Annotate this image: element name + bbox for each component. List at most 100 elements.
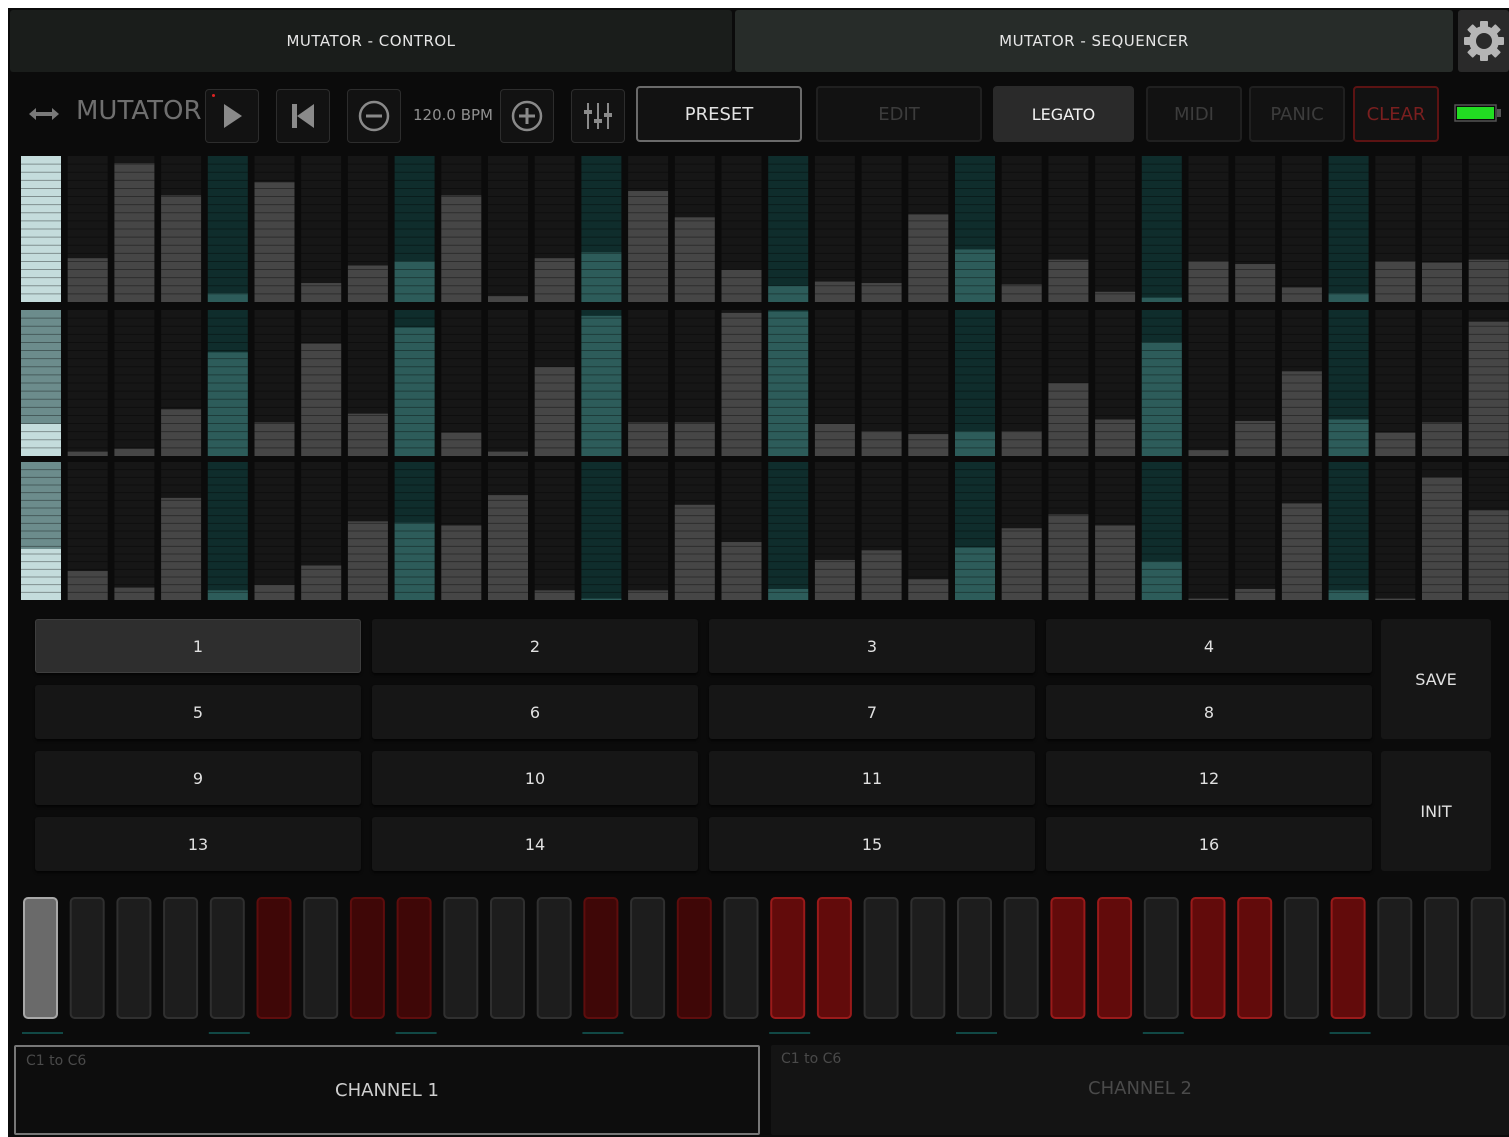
step-toggle-15[interactable] <box>676 897 712 1019</box>
step-toggle-18[interactable] <box>816 897 852 1019</box>
step-toggle-1[interactable] <box>23 897 58 1019</box>
step-toggle-26[interactable] <box>1190 897 1226 1019</box>
grid-bar <box>1001 284 1042 302</box>
tab-control[interactable]: MUTATOR - CONTROL <box>10 10 732 72</box>
preset-pad-9[interactable]: 9 <box>35 751 361 805</box>
grid-bar <box>534 590 575 600</box>
step-toggle-21[interactable] <box>957 897 992 1019</box>
init-button[interactable]: INIT <box>1381 751 1491 871</box>
preset-pad-13[interactable]: 13 <box>35 817 361 871</box>
preset-pad-1[interactable]: 1 <box>35 619 361 673</box>
preset-pad-2[interactable]: 2 <box>372 619 698 673</box>
gear-icon <box>1463 21 1504 61</box>
preset-button[interactable]: PRESET <box>636 86 802 142</box>
step-toggle-30[interactable] <box>1377 897 1413 1019</box>
step-toggle-11[interactable] <box>490 897 525 1019</box>
edit-button[interactable]: EDIT <box>816 86 982 142</box>
grid-bar <box>488 451 528 456</box>
grid-bar <box>1328 419 1369 456</box>
step-toggle-25[interactable] <box>1143 897 1179 1019</box>
settings-button[interactable] <box>1458 10 1509 72</box>
channel-1-range: C1 to C6 <box>26 1053 87 1069</box>
step-toggle-27[interactable] <box>1237 897 1273 1019</box>
grid-bar <box>1281 287 1322 302</box>
grid-bar <box>301 565 342 600</box>
save-button[interactable]: SAVE <box>1381 619 1491 739</box>
preset-pad-11[interactable]: 11 <box>709 751 1035 805</box>
grid-bar <box>768 588 809 600</box>
tab-sequencer[interactable]: MUTATOR - SEQUENCER <box>735 10 1453 72</box>
battery-icon <box>1454 104 1501 122</box>
preset-pad-6[interactable]: 6 <box>372 685 698 739</box>
channel-1-selector[interactable]: C1 to C6 CHANNEL 1 <box>14 1045 760 1135</box>
grid-bar <box>534 258 575 302</box>
rewind-button[interactable] <box>276 89 330 143</box>
grid-bar <box>1281 503 1322 600</box>
step-toggle-14[interactable] <box>630 897 666 1019</box>
panic-button[interactable]: PANIC <box>1249 86 1345 142</box>
midi-button[interactable]: MIDI <box>1146 86 1242 142</box>
grid-bar <box>347 521 388 600</box>
grid-bar <box>674 422 715 456</box>
step-toggle-16[interactable] <box>723 897 759 1019</box>
preset-pad-14[interactable]: 14 <box>372 817 698 871</box>
step-toggle-23[interactable] <box>1050 897 1086 1019</box>
step-toggle-3[interactable] <box>116 897 152 1019</box>
step-toggle-17[interactable] <box>770 897 806 1019</box>
step-toggle-10[interactable] <box>443 897 479 1019</box>
clear-button[interactable]: CLEAR <box>1353 86 1439 142</box>
preset-pad-5[interactable]: 5 <box>35 685 361 739</box>
sequencer-grid[interactable] <box>8 156 1509 610</box>
grid-bar <box>441 525 482 600</box>
grid-bar <box>67 571 108 600</box>
step-marker <box>1142 1032 1184 1034</box>
step-toggle-22[interactable] <box>1003 897 1039 1019</box>
grid-bar <box>347 413 388 456</box>
grid-bar <box>67 258 108 302</box>
step-toggle-32[interactable] <box>1470 897 1506 1019</box>
grid-bar <box>488 296 528 302</box>
preset-pad-3[interactable]: 3 <box>709 619 1035 673</box>
step-toggle-9[interactable] <box>396 897 432 1019</box>
preset-pad-10[interactable]: 10 <box>372 751 698 805</box>
double-arrow-icon[interactable] <box>28 106 60 122</box>
step-toggle-28[interactable] <box>1283 897 1319 1019</box>
step-toggle-8[interactable] <box>349 897 385 1019</box>
step-toggle-19[interactable] <box>863 897 899 1019</box>
preset-pad-7[interactable]: 7 <box>709 685 1035 739</box>
sliders-icon <box>584 103 612 129</box>
step-toggle-29[interactable] <box>1330 897 1366 1019</box>
step-toggle-31[interactable] <box>1424 897 1459 1019</box>
tempo-up-button[interactable] <box>500 89 554 143</box>
preset-pad-8[interactable]: 8 <box>1046 685 1372 739</box>
step-toggle-24[interactable] <box>1097 897 1133 1019</box>
legato-button[interactable]: LEGATO <box>993 86 1134 142</box>
preset-pad-16[interactable]: 16 <box>1046 817 1372 871</box>
grid-bar <box>1188 598 1229 600</box>
step-toggle-7[interactable] <box>303 897 339 1019</box>
step-toggle-12[interactable] <box>536 897 572 1019</box>
step-toggle-4[interactable] <box>163 897 199 1019</box>
channel-2-selector[interactable]: C1 to C6 CHANNEL 2 <box>771 1045 1509 1135</box>
preset-pad-12[interactable]: 12 <box>1046 751 1372 805</box>
step-toggle-5[interactable] <box>209 897 245 1019</box>
grid-bar <box>1001 431 1042 456</box>
channel-2-name: CHANNEL 2 <box>1088 1078 1192 1099</box>
play-icon <box>224 104 242 128</box>
step-toggle-2[interactable] <box>69 897 105 1019</box>
step-toggle-13[interactable] <box>583 897 619 1019</box>
grid-bar <box>1048 383 1089 456</box>
preset-pad-4[interactable]: 4 <box>1046 619 1372 673</box>
step-toggle-20[interactable] <box>910 897 946 1019</box>
play-button[interactable] <box>205 89 259 143</box>
grid-bar <box>908 214 949 302</box>
plus-circle-icon <box>511 100 543 132</box>
step-toggle-6[interactable] <box>256 897 292 1019</box>
grid-bar <box>67 451 108 456</box>
mixer-button[interactable] <box>571 89 625 143</box>
grid-bar <box>1188 450 1229 456</box>
preset-pad-15[interactable]: 15 <box>709 817 1035 871</box>
tempo-down-button[interactable] <box>347 89 401 143</box>
grid-bar <box>347 265 388 302</box>
step-toggles[interactable] <box>8 890 1509 1040</box>
